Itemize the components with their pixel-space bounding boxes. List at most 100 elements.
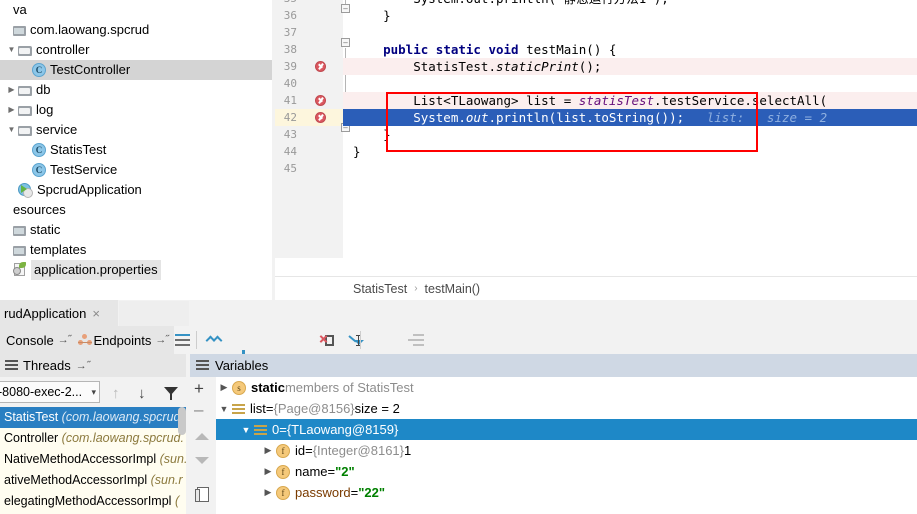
tab-run-configuration[interactable]: rudApplication × (0, 300, 118, 326)
code-line[interactable] (343, 160, 917, 177)
run-to-cursor-icon[interactable] (347, 332, 364, 349)
code-editor[interactable]: 3536373839404142434445––– System.out.pri… (275, 0, 917, 258)
pin-icon[interactable]: →˝ (155, 334, 169, 346)
tree-item-static[interactable]: static (0, 220, 272, 240)
tree-item-va[interactable]: va (0, 0, 272, 20)
add-watch-icon[interactable] (194, 381, 211, 398)
show-execution-point-icon[interactable] (175, 334, 192, 351)
scroll-down-icon[interactable] (195, 457, 209, 464)
variable-row[interactable]: ▼ list = {Page@8156} size = 2 (216, 398, 917, 419)
frame-row[interactable]: ativeMethodAccessorImpl (sun.r (0, 470, 186, 491)
properties-file-icon (13, 262, 27, 277)
code-line[interactable]: List<TLaowang> list = statisTest.testSer… (343, 92, 917, 109)
pin-icon[interactable]: →˝ (58, 334, 72, 346)
chevron-down-icon[interactable]: ▼ (216, 404, 232, 414)
code-line[interactable]: } (343, 143, 917, 160)
filter-icon[interactable] (164, 386, 178, 400)
chevron-right-icon[interactable]: ▶ (260, 466, 276, 477)
variable-row[interactable]: ▶ f name = "2" (216, 461, 917, 482)
frame-method: StatisTest (4, 410, 59, 424)
copy-frames-icon[interactable] (195, 487, 209, 502)
tree-item-com-laowang-spcrud[interactable]: com.laowang.spcrud (0, 20, 272, 40)
chevron-right-icon[interactable]: ▶ (5, 100, 18, 120)
variable-row[interactable]: ▶ f password = "22" (216, 482, 917, 503)
variable-text: = (305, 443, 313, 458)
frame-method: Controller (4, 431, 59, 445)
variable-row[interactable]: ▶ s static members of StatisTest (216, 377, 917, 398)
code-line[interactable]: StatisTest.staticPrint(); (343, 58, 917, 75)
scroll-up-icon[interactable] (195, 433, 209, 440)
code-line[interactable]: } (343, 7, 917, 24)
chevron-right-icon[interactable]: ▶ (5, 80, 18, 100)
project-tree-panel[interactable]: va com.laowang.spcrud ▼ controller C TestCont… (0, 0, 272, 300)
frame-row[interactable]: NativeMethodAccessorImpl (sun. (0, 449, 186, 470)
tab-endpoints[interactable]: Endpoints →˝ (72, 326, 174, 354)
frame-row[interactable]: StatisTest (com.laowang.spcrud. (0, 407, 186, 428)
pin-icon[interactable]: →˝ (76, 360, 91, 372)
tree-item-service[interactable]: ▼ service (0, 120, 272, 140)
tab-console[interactable]: Console →˝ (0, 326, 72, 354)
thread-selector[interactable]: -8080-exec-2... ▾ (0, 381, 100, 403)
tree-item-statistest[interactable]: C StatisTest (0, 140, 272, 160)
source-root-icon (13, 25, 26, 36)
code-line[interactable] (343, 75, 917, 92)
remove-watch-icon[interactable] (194, 403, 211, 420)
ide-window: va com.laowang.spcrud ▼ controller C TestCont… (0, 0, 917, 514)
step-over-icon[interactable] (205, 332, 223, 349)
tree-item-label: TestController (50, 62, 131, 77)
frames-scrollbar[interactable] (178, 407, 186, 435)
chevron-right-icon[interactable]: ▶ (260, 487, 276, 498)
code-line[interactable]: System.out.println(list.toString()); lis… (343, 109, 917, 126)
code-token: } (353, 127, 391, 142)
code-line[interactable]: System.out.println("静态运行方法1"); (343, 0, 917, 7)
drop-frame-icon[interactable] (319, 332, 336, 349)
frame-package: (sun.r (150, 473, 183, 487)
tree-item-controller[interactable]: ▼ controller (0, 40, 272, 60)
frames-list[interactable]: StatisTest (com.laowang.spcrud. Controlle… (0, 407, 186, 514)
code-line[interactable]: public static void testMain() { (343, 41, 917, 58)
tree-item-label: application.properties (31, 260, 161, 280)
chevron-right-icon[interactable]: ▶ (260, 445, 276, 456)
tabstrip-filler (119, 301, 189, 326)
tree-item-application-properties[interactable]: application.properties (0, 260, 272, 280)
chevron-down-icon[interactable]: ▾ (91, 387, 96, 398)
editor-gutter[interactable]: 3536373839404142434445––– (275, 0, 350, 258)
variable-text: "2" (335, 464, 355, 479)
mute-breakpoints-icon[interactable] (408, 334, 425, 351)
tree-item-spcrudapplication[interactable]: SpcrudApplication (0, 180, 272, 200)
tree-item-esources[interactable]: esources (0, 200, 272, 220)
endpoints-label: Endpoints (93, 332, 152, 348)
variables-menu-icon[interactable] (196, 360, 209, 371)
frame-up-icon[interactable] (112, 385, 128, 401)
code-token: out (465, 110, 489, 125)
code-line[interactable]: } (343, 126, 917, 143)
close-icon[interactable]: × (92, 306, 100, 321)
frame-row[interactable]: Controller (com.laowang.spcrud. (0, 428, 186, 449)
frame-method: elegatingMethodAccessorImpl (4, 494, 172, 508)
code-text-area[interactable]: System.out.println("静态运行方法1"); } public … (343, 0, 917, 258)
breadcrumb-class[interactable]: StatisTest (353, 282, 407, 296)
chevron-down-icon[interactable]: ▼ (5, 120, 18, 140)
variables-tree[interactable]: ▶ s static members of StatisTest ▼ list = {P… (216, 377, 917, 514)
chevron-down-icon[interactable]: ▼ (5, 40, 18, 60)
tree-item-testcontroller[interactable]: C TestController (0, 60, 272, 80)
tree-item-testservice[interactable]: C TestService (0, 160, 272, 180)
breakpoint-icon[interactable] (315, 95, 326, 106)
line-number: 35 (275, 0, 297, 7)
breadcrumb-method[interactable]: testMain() (425, 282, 481, 296)
chevron-down-icon[interactable]: ▼ (238, 425, 254, 435)
variables-panel-header: Variables (190, 354, 917, 377)
threads-menu-icon[interactable] (5, 360, 18, 371)
variable-row[interactable]: ▼ 0 = {TLaowang@8159} (216, 419, 917, 440)
code-line[interactable] (343, 24, 917, 41)
breakpoint-icon[interactable] (315, 61, 326, 72)
tree-item-db[interactable]: ▶ db (0, 80, 272, 100)
tree-item-templates[interactable]: templates (0, 240, 272, 260)
tree-item-log[interactable]: ▶ log (0, 100, 272, 120)
chevron-right-icon[interactable]: ▶ (216, 382, 232, 393)
tree-item-label: com.laowang.spcrud (30, 22, 150, 37)
frame-down-icon[interactable] (138, 385, 154, 401)
frame-row[interactable]: elegatingMethodAccessorImpl ( (0, 491, 186, 512)
variable-row[interactable]: ▶ f id = {Integer@8161} 1 (216, 440, 917, 461)
breakpoint-icon[interactable] (315, 112, 326, 123)
